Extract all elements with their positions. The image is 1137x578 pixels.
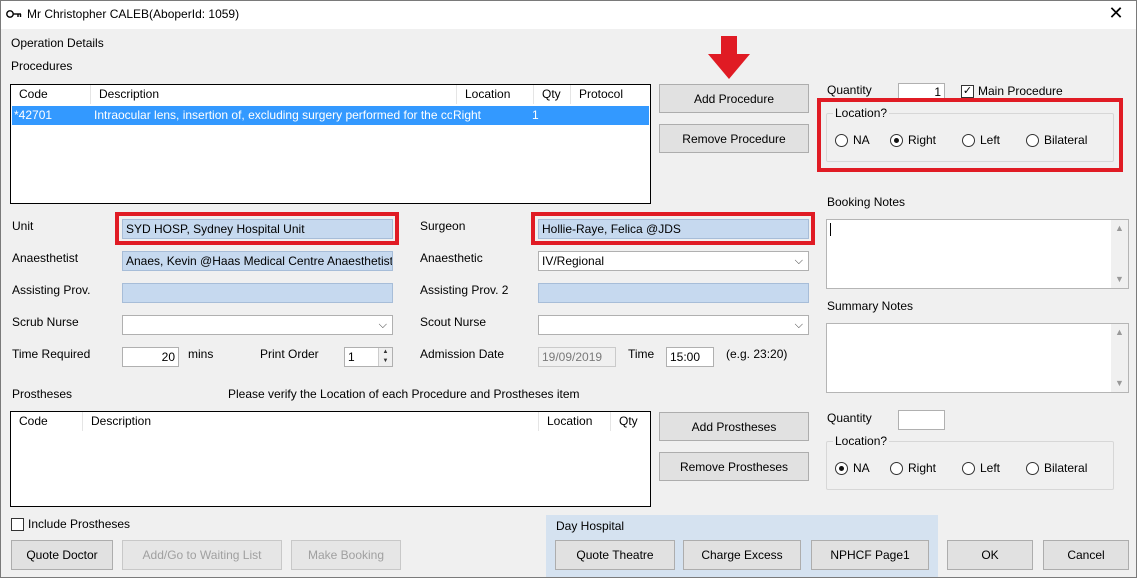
time-input[interactable]: 15:00 bbox=[666, 347, 714, 367]
prostheses-quantity-input[interactable] bbox=[898, 410, 945, 430]
print-order-label: Print Order bbox=[260, 347, 319, 361]
admission-date-field[interactable]: 19/09/2019 bbox=[538, 347, 616, 367]
table-row[interactable]: *42701 Intraocular lens, insertion of, e… bbox=[12, 106, 649, 125]
prostheses-quantity-label: Quantity bbox=[827, 411, 872, 425]
title-bar: Mr Christopher CALEB(AboperId: 1059) ✕ bbox=[1, 1, 1136, 29]
verify-location-note: Please verify the Location of each Proce… bbox=[228, 387, 580, 401]
col-description[interactable]: Description bbox=[83, 412, 539, 431]
include-prostheses-label: Include Prostheses bbox=[28, 517, 131, 531]
quote-theatre-button[interactable]: Quote Theatre bbox=[555, 540, 675, 570]
mins-label: mins bbox=[188, 347, 214, 361]
prostheses-location-legend: Location? bbox=[833, 434, 890, 448]
make-booking-button[interactable]: Make Booking bbox=[291, 540, 401, 570]
waiting-list-button[interactable]: Add/Go to Waiting List bbox=[122, 540, 282, 570]
text-cursor bbox=[830, 223, 831, 236]
cancel-button[interactable]: Cancel bbox=[1043, 540, 1129, 570]
prostheses-heading: Prostheses bbox=[12, 387, 73, 401]
procedure-quantity-label: Quantity bbox=[827, 83, 872, 97]
operation-dialog: Mr Christopher CALEB(AboperId: 1059) ✕ O… bbox=[0, 0, 1137, 578]
remove-procedure-button[interactable]: Remove Procedure bbox=[659, 124, 809, 153]
row-description: Intraocular lens, insertion of, excludin… bbox=[94, 108, 452, 122]
chevron-down-icon: ⌵ bbox=[794, 319, 803, 331]
time-label: Time bbox=[628, 347, 655, 361]
add-procedure-button[interactable]: Add Procedure bbox=[659, 84, 809, 113]
prostheses-location-bilateral[interactable]: Bilateral bbox=[1026, 461, 1087, 475]
procedures-heading: Procedures bbox=[11, 59, 73, 73]
time-required-input[interactable]: 20 bbox=[122, 347, 179, 367]
operation-details-heading: Operation Details bbox=[11, 36, 104, 50]
prostheses-location-left[interactable]: Left bbox=[962, 461, 1000, 475]
surgeon-label: Surgeon bbox=[420, 219, 466, 233]
prostheses-location-group: Location? NA Right Left Bilateral bbox=[826, 434, 1114, 490]
prostheses-location-na[interactable]: NA bbox=[835, 461, 870, 475]
col-code[interactable]: Code bbox=[11, 412, 83, 431]
assisting2-label: Assisting Prov. 2 bbox=[420, 283, 509, 297]
window-title: Mr Christopher CALEB(AboperId: 1059) bbox=[27, 7, 240, 21]
scrub-nurse-select[interactable]: ⌵ bbox=[122, 315, 393, 335]
surgeon-highlight-box bbox=[531, 212, 815, 245]
chevron-down-icon: ⌵ bbox=[794, 255, 803, 267]
chevron-down-icon: ⌵ bbox=[378, 319, 387, 331]
anaesthetic-label: Anaesthetic bbox=[420, 251, 483, 265]
prostheses-location-right[interactable]: Right bbox=[890, 461, 936, 475]
assisting-label: Assisting Prov. bbox=[12, 283, 91, 297]
time-required-label: Time Required bbox=[12, 347, 91, 361]
checkmark-icon: ✓ bbox=[961, 84, 974, 98]
print-order-stepper[interactable]: 1 ▲ ▼ bbox=[344, 347, 393, 367]
booking-notes-input[interactable]: ▲ ▼ bbox=[826, 219, 1129, 289]
include-prostheses-checkbox[interactable]: Include Prostheses bbox=[11, 517, 130, 531]
scout-nurse-label: Scout Nurse bbox=[420, 315, 487, 329]
col-location[interactable]: Location bbox=[457, 85, 534, 104]
col-protocol[interactable]: Protocol bbox=[571, 85, 650, 104]
admission-date-label: Admission Date bbox=[420, 347, 505, 361]
col-qty[interactable]: Qty bbox=[611, 412, 650, 431]
print-order-value: 1 bbox=[348, 350, 355, 364]
key-icon bbox=[6, 8, 22, 23]
quote-doctor-button[interactable]: Quote Doctor bbox=[11, 540, 113, 570]
summary-notes-input[interactable]: ▲ ▼ bbox=[826, 323, 1129, 393]
anaesthetic-select[interactable]: IV/Regional ⌵ bbox=[538, 251, 809, 271]
summary-notes-label: Summary Notes bbox=[827, 299, 914, 313]
remove-prostheses-button[interactable]: Remove Prostheses bbox=[659, 452, 809, 481]
assisting-field[interactable] bbox=[122, 283, 393, 303]
booking-notes-label: Booking Notes bbox=[827, 195, 906, 209]
ok-button[interactable]: OK bbox=[947, 540, 1033, 570]
scrub-nurse-label: Scrub Nurse bbox=[12, 315, 79, 329]
anaesthetist-label: Anaesthetist bbox=[12, 251, 79, 265]
charge-excess-button[interactable]: Charge Excess bbox=[683, 540, 801, 570]
procedures-table[interactable]: Code Description Location Qty Protocol *… bbox=[10, 84, 651, 204]
col-code[interactable]: Code bbox=[11, 85, 91, 104]
main-procedure-label: Main Procedure bbox=[978, 84, 1063, 98]
anaesthetic-value: IV/Regional bbox=[542, 254, 605, 268]
unit-highlight-box bbox=[115, 212, 399, 245]
row-location: Right bbox=[453, 108, 482, 122]
close-icon[interactable]: ✕ bbox=[1106, 4, 1126, 22]
col-description[interactable]: Description bbox=[91, 85, 457, 104]
summary-notes-scrollbar[interactable]: ▲ ▼ bbox=[1111, 324, 1128, 392]
red-arrow-down-icon bbox=[706, 36, 752, 83]
anaesthetist-field[interactable]: Anaes, Kevin @Haas Medical Centre Anaest… bbox=[122, 251, 393, 271]
col-qty[interactable]: Qty bbox=[534, 85, 571, 104]
scout-nurse-select[interactable]: ⌵ bbox=[538, 315, 809, 335]
spinner-arrows-icon[interactable]: ▲ ▼ bbox=[378, 348, 392, 366]
main-procedure-checkbox[interactable]: ✓ Main Procedure bbox=[961, 84, 1063, 98]
add-prostheses-button[interactable]: Add Prostheses bbox=[659, 412, 809, 441]
prostheses-table[interactable]: Code Description Location Qty bbox=[10, 411, 651, 507]
booking-notes-scrollbar[interactable]: ▲ ▼ bbox=[1111, 220, 1128, 288]
time-hint: (e.g. 23:20) bbox=[726, 347, 788, 361]
location-highlight-box bbox=[817, 98, 1123, 172]
row-qty: 1 bbox=[532, 108, 539, 122]
row-code: *42701 bbox=[14, 108, 53, 122]
nphcf-page1-button[interactable]: NPHCF Page1 bbox=[811, 540, 929, 570]
day-hospital-label: Day Hospital bbox=[556, 519, 625, 533]
assisting2-field[interactable] bbox=[538, 283, 809, 303]
col-location[interactable]: Location bbox=[539, 412, 611, 431]
unit-label: Unit bbox=[12, 219, 34, 233]
